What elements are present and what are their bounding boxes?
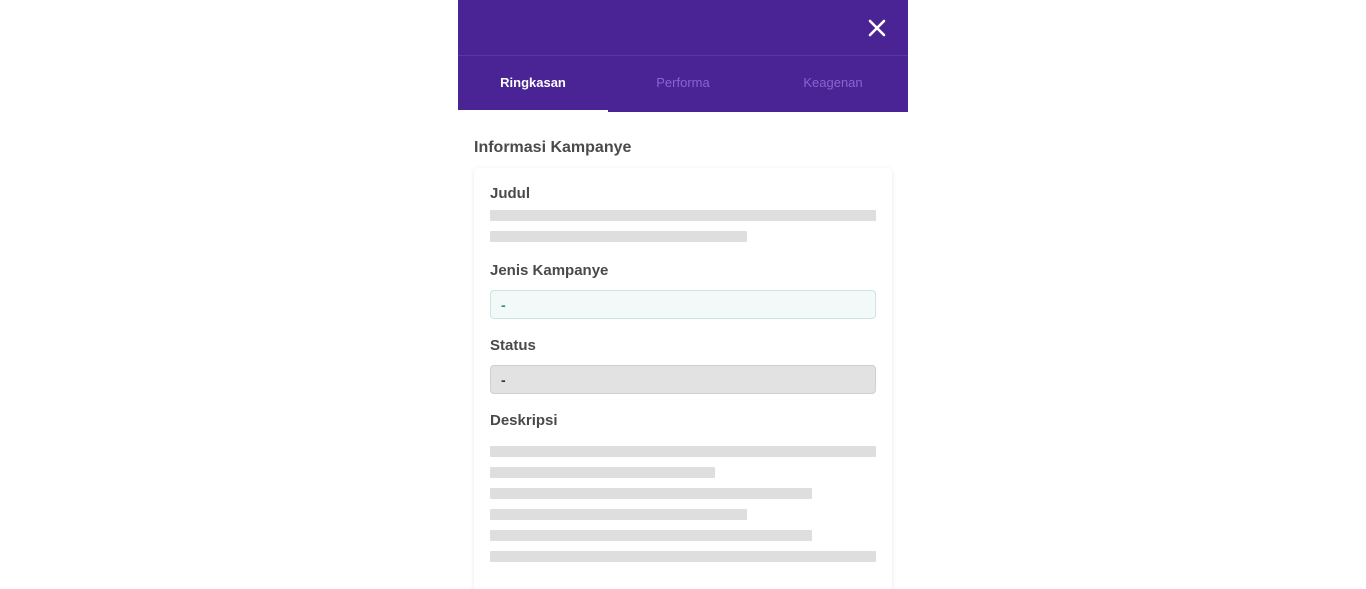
panel-header: Ringkasan Performa Keagenan — [458, 0, 908, 112]
close-icon — [868, 19, 886, 37]
campaign-type-value: - — [490, 290, 876, 319]
status-value: - — [490, 365, 876, 394]
description-skeleton-line — [490, 446, 876, 457]
panel-content: Informasi Kampanye Judul Jenis Kampanye … — [458, 138, 908, 589]
tab-ringkasan[interactable]: Ringkasan — [458, 56, 608, 112]
title-label: Judul — [490, 185, 530, 202]
description-skeleton-line — [490, 509, 747, 520]
panel-topbar — [458, 0, 908, 56]
tab-bar: Ringkasan Performa Keagenan — [458, 56, 908, 112]
campaign-type-label: Jenis Kampanye — [490, 262, 609, 279]
description-skeleton-line — [490, 551, 876, 562]
close-button[interactable] — [866, 17, 888, 39]
campaign-info-card: Judul Jenis Kampanye - Status - Deskrips… — [474, 168, 892, 589]
description-skeleton-line — [490, 467, 715, 478]
section-title: Informasi Kampanye — [474, 139, 632, 156]
campaign-detail-panel: Ringkasan Performa Keagenan Informasi Ka… — [458, 0, 908, 589]
status-label: Status — [490, 337, 536, 354]
description-skeleton-line — [490, 530, 812, 541]
description-label: Deskripsi — [490, 412, 558, 429]
description-skeleton-line — [490, 488, 812, 499]
tab-keagenan[interactable]: Keagenan — [758, 56, 908, 112]
title-skeleton-line — [490, 231, 747, 242]
tab-performa[interactable]: Performa — [608, 56, 758, 112]
title-skeleton-line — [490, 210, 876, 221]
